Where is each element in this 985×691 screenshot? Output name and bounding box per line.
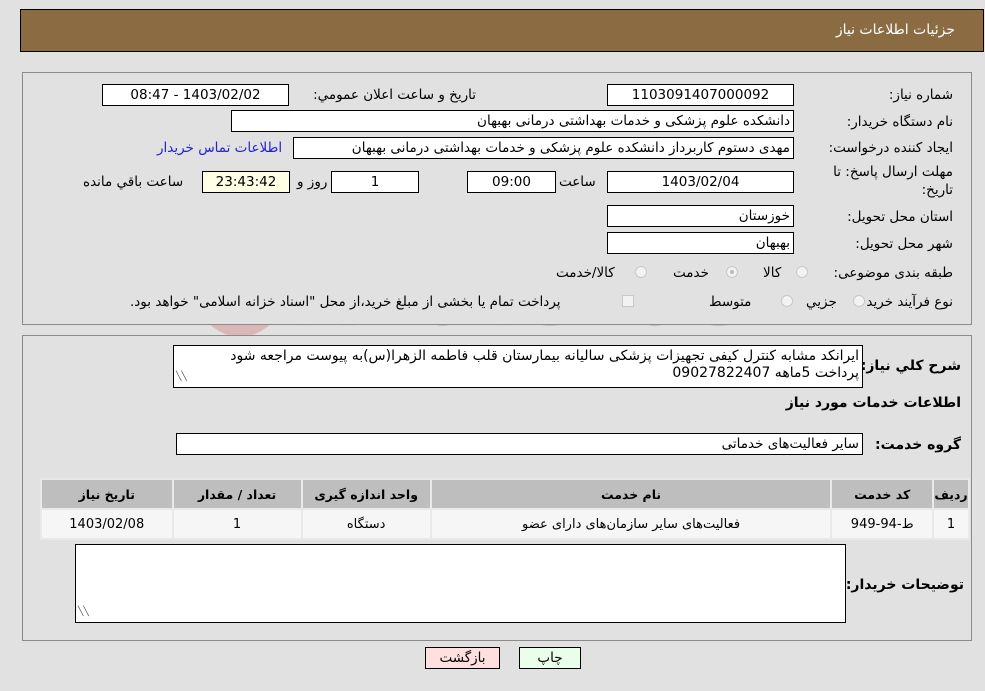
province-label: استان محل تحویل: [847,209,953,225]
buyer-notes-label: توضيحات خريدار: [845,577,964,593]
process-radio-minor[interactable] [853,295,865,307]
col-need-date: تاریخ نیاز [40,478,174,510]
cell-row-number: 1 [932,508,970,540]
category-option-goods: کالا [763,265,782,281]
deadline-time-label: ساعت [559,174,596,190]
time-remaining-label: ساعت باقي مانده [83,174,184,190]
days-remaining-field[interactable]: 1 [331,171,419,193]
col-row-number: رديف [932,478,970,510]
page-header: جزئیات اطلاعات نیاز [20,9,984,52]
description-field[interactable]: ایرانکد مشابه کنترل کیفی تجهیزات پزشکی س… [173,345,863,388]
resize-grip-icon[interactable]: ╲╲ [176,369,187,386]
col-unit: واحد اندازه گیری [300,478,432,510]
category-option-goods-service: کالا/خدمت [556,265,615,281]
col-service-name: نام خدمت [429,478,833,510]
category-radio-service[interactable] [726,266,738,278]
deadline-label: مهلت ارسال پاسخ: تا [833,164,953,180]
province-field[interactable]: خوزستان [607,205,794,227]
cell-service-name: فعالیت‌های سایر سازمان‌های دارای عضو [429,508,833,540]
description-line-1: ایرانکد مشابه کنترل کیفی تجهیزات پزشکی س… [230,348,859,364]
buyer-org-label: نام دستگاه خريدار: [846,114,953,130]
need-info-panel: شماره نیاز: 1103091407000092 تاريخ و ساع… [22,72,972,325]
creator-label: ايجاد کننده درخواست: [828,140,953,156]
description-label: شرح کلي نياز: [860,358,961,374]
treasury-checkbox[interactable] [622,295,634,307]
cell-unit: دستگاه [300,508,432,540]
need-number-field[interactable]: 1103091407000092 [607,84,794,106]
category-radio-goods-service[interactable] [635,266,647,278]
category-option-service: خدمت [673,265,709,281]
col-service-code: کد خدمت [830,478,935,510]
buyer-contact-link[interactable]: اطلاعات تماس خريدار [157,140,282,156]
cell-need-date: 1403/02/08 [40,508,174,540]
category-radio-goods[interactable] [796,266,808,278]
service-group-label: گروه خدمت: [875,437,961,453]
deadline-date-field[interactable]: 1403/02/04 [607,171,794,193]
process-option-medium: متوسط [709,294,752,310]
services-heading: اطلاعات خدمات مورد نياز [785,395,961,411]
page-title: جزئیات اطلاعات نیاز [835,22,955,38]
service-details-panel: شرح کلي نياز: ایرانکد مشابه کنترل کیفی ت… [22,335,972,641]
city-field[interactable]: بهبهان [607,232,794,254]
resize-grip-icon[interactable]: ╲╲ [78,604,89,621]
deadline-time-field[interactable]: 09:00 [467,171,556,193]
treasury-note: پرداخت تمام یا بخشی از مبلغ خرید،از محل … [130,294,561,310]
category-label: طبقه بندی موضوعی: [833,265,953,281]
table-row: 1 ط-94-949 فعالیت‌های سایر سازمان‌های دا… [40,508,970,540]
time-remaining-field: 23:43:42 [202,171,290,193]
description-line-2: پرداخت 5ماهه 09027822407 [672,365,859,381]
service-group-field[interactable]: سایر فعالیت‌های خدماتی [176,433,863,455]
print-button[interactable]: چاپ [519,647,581,669]
process-option-minor: جزيي [806,294,837,310]
cell-quantity: 1 [171,508,303,540]
buyer-org-field[interactable]: دانشکده علوم پزشکی و خدمات بهداشتی درمان… [231,110,794,132]
days-label: روز و [297,174,328,190]
buyer-notes-field[interactable]: ╲╲ [75,544,846,623]
back-button[interactable]: بازگشت [425,647,500,669]
announce-date-label: تاريخ و ساعت اعلان عمومي: [313,87,476,103]
creator-field[interactable]: مهدی دستوم کاربرداز دانشکده علوم پزشکی و… [293,137,794,159]
process-type-label: نوع فرآيند خريد : [857,294,953,310]
cell-service-code: ط-94-949 [830,508,935,540]
city-label: شهر محل تحویل: [855,236,953,252]
announce-date-field[interactable]: 1403/02/02 - 08:47 [102,84,289,106]
process-radio-medium[interactable] [781,295,793,307]
need-number-label: شماره نیاز: [888,87,953,103]
deadline-label-date: تاریخ: [921,182,953,198]
services-table: رديف کد خدمت نام خدمت واحد اندازه گیری ت… [40,478,970,540]
table-header-row: رديف کد خدمت نام خدمت واحد اندازه گیری ت… [40,478,970,510]
col-quantity: تعداد / مقدار [171,478,303,510]
